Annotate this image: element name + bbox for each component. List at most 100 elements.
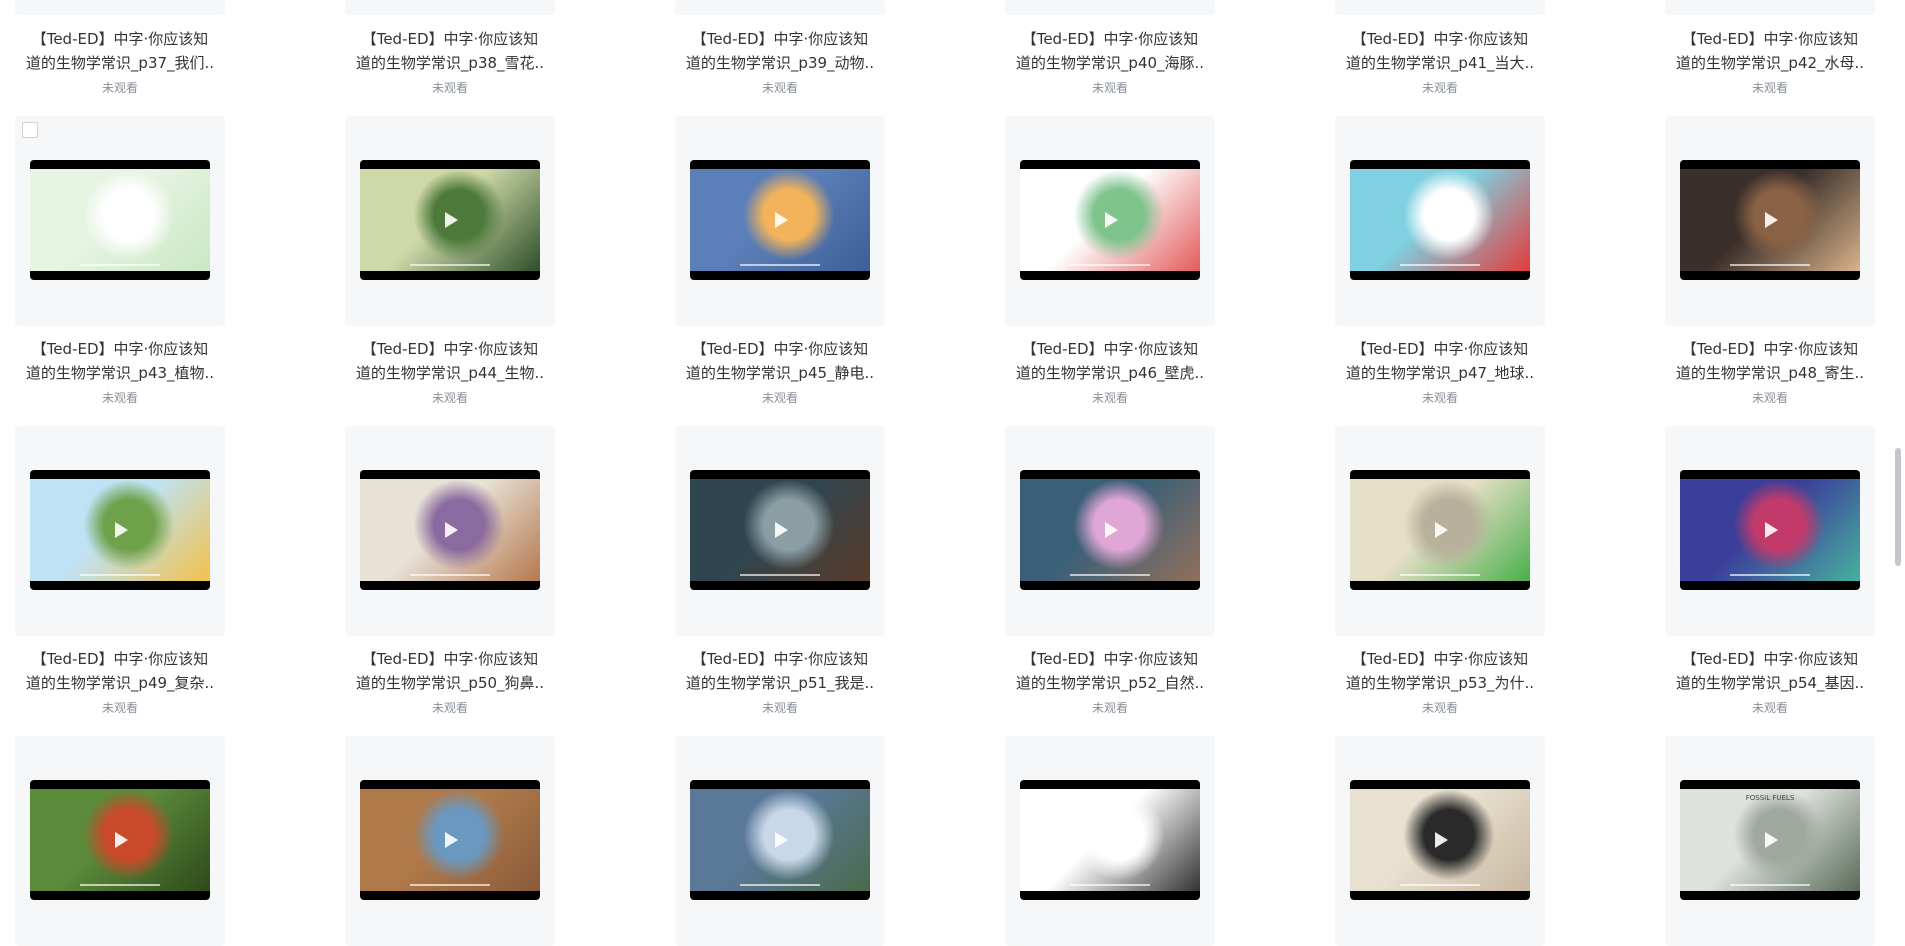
video-thumbnail[interactable] — [360, 470, 540, 590]
thumbnail-box[interactable] — [1665, 426, 1875, 636]
thumbnail-box[interactable] — [345, 426, 555, 636]
thumbnail-box[interactable] — [675, 116, 885, 326]
video-thumbnail[interactable]: FOSSIL FUELS — [1680, 780, 1860, 900]
video-thumbnail[interactable] — [1020, 470, 1200, 590]
thumbnail-box[interactable] — [15, 736, 225, 946]
play-icon — [115, 522, 128, 538]
video-title-line-2[interactable]: 道的生物学常识_p39_动物.. — [675, 51, 885, 75]
video-title-line-1[interactable]: 【Ted-ED】中字·你应该知 — [1335, 27, 1545, 51]
video-thumbnail[interactable] — [30, 470, 210, 590]
thumbnail-box[interactable] — [345, 116, 555, 326]
video-thumbnail[interactable] — [1350, 160, 1530, 280]
video-title-line-1[interactable]: 【Ted-ED】中字·你应该知 — [15, 337, 225, 361]
watch-status: 未观看 — [761, 391, 798, 405]
video-thumbnail[interactable] — [1020, 780, 1200, 900]
thumbnail-box[interactable] — [1335, 116, 1545, 326]
thumbnail-box[interactable] — [15, 0, 225, 15]
watch-status: 未观看 — [1751, 81, 1788, 95]
thumbnail-box[interactable] — [1335, 736, 1545, 946]
video-thumbnail[interactable] — [30, 160, 210, 280]
thumbnail-box[interactable] — [1005, 0, 1215, 15]
video-title-line-2[interactable]: 道的生物学常识_p44_生物.. — [345, 361, 555, 385]
video-title-line-1[interactable]: 【Ted-ED】中字·你应该知 — [1335, 337, 1545, 361]
video-title-line-2[interactable]: 道的生物学常识_p48_寄生.. — [1665, 361, 1875, 385]
video-title-line-1[interactable]: 【Ted-ED】中字·你应该知 — [345, 337, 555, 361]
video-title-line-2[interactable]: 道的生物学常识_p51_我是.. — [675, 671, 885, 695]
video-title-line-1[interactable]: 【Ted-ED】中字·你应该知 — [345, 647, 555, 671]
thumbnail-box[interactable] — [1665, 116, 1875, 326]
thumbnail-box[interactable] — [1335, 426, 1545, 636]
thumbnail-subtitle — [1070, 264, 1150, 266]
video-title-line-2[interactable]: 道的生物学常识_p53_为什.. — [1335, 671, 1545, 695]
watch-status: 未观看 — [101, 391, 138, 405]
video-thumbnail[interactable] — [690, 160, 870, 280]
thumbnail-subtitle — [740, 574, 820, 576]
select-checkbox[interactable] — [22, 122, 38, 138]
video-title-line-1[interactable]: 【Ted-ED】中字·你应该知 — [1335, 647, 1545, 671]
video-title-line-1[interactable]: 【Ted-ED】中字·你应该知 — [675, 647, 885, 671]
play-icon — [1105, 212, 1118, 228]
video-title-line-2[interactable]: 道的生物学常识_p45_静电.. — [675, 361, 885, 385]
video-title-line-2[interactable]: 道的生物学常识_p41_当大.. — [1335, 51, 1545, 75]
thumbnail-box[interactable] — [1005, 426, 1215, 636]
video-thumbnail[interactable] — [1350, 780, 1530, 900]
thumbnail-box[interactable] — [15, 116, 225, 326]
video-title-line-2[interactable]: 道的生物学常识_p37_我们.. — [15, 51, 225, 75]
thumbnail-box[interactable] — [675, 426, 885, 636]
video-title-line-2[interactable]: 道的生物学常识_p40_海豚.. — [1005, 51, 1215, 75]
video-thumbnail[interactable] — [360, 160, 540, 280]
video-title-line-2[interactable]: 道的生物学常识_p46_壁虎.. — [1005, 361, 1215, 385]
video-title-line-1[interactable]: 【Ted-ED】中字·你应该知 — [15, 647, 225, 671]
video-thumbnail[interactable] — [1680, 470, 1860, 590]
video-title-line-2[interactable]: 道的生物学常识_p54_基因.. — [1665, 671, 1875, 695]
video-title-line-1[interactable]: 【Ted-ED】中字·你应该知 — [345, 27, 555, 51]
video-title-line-1[interactable]: 【Ted-ED】中字·你应该知 — [675, 337, 885, 361]
watch-status: 未观看 — [1091, 391, 1128, 405]
thumbnail-subtitle — [740, 264, 820, 266]
video-title-line-2[interactable]: 道的生物学常识_p52_自然.. — [1005, 671, 1215, 695]
thumbnail-subtitle — [1400, 264, 1480, 266]
thumbnail-box[interactable] — [345, 736, 555, 946]
watch-status: 未观看 — [1751, 701, 1788, 715]
scrollbar[interactable] — [1891, 0, 1905, 847]
play-icon — [445, 522, 458, 538]
thumbnail-box[interactable] — [675, 736, 885, 946]
video-title-line-1[interactable]: 【Ted-ED】中字·你应该知 — [1005, 647, 1215, 671]
video-thumbnail[interactable] — [690, 780, 870, 900]
thumbnail-box[interactable] — [1665, 0, 1875, 15]
video-title-line-2[interactable]: 道的生物学常识_p50_狗鼻.. — [345, 671, 555, 695]
video-title-line-1[interactable]: 【Ted-ED】中字·你应该知 — [1665, 647, 1875, 671]
thumbnail-box[interactable] — [1005, 116, 1215, 326]
video-title-line-2[interactable]: 道的生物学常识_p43_植物.. — [15, 361, 225, 385]
watch-status: 未观看 — [761, 81, 798, 95]
thumbnail-subtitle — [80, 264, 160, 266]
thumbnail-subtitle — [1730, 574, 1810, 576]
video-title-line-1[interactable]: 【Ted-ED】中字·你应该知 — [1665, 337, 1875, 361]
video-title-line-2[interactable]: 道的生物学常识_p42_水母.. — [1665, 51, 1875, 75]
video-title-line-1[interactable]: 【Ted-ED】中字·你应该知 — [15, 27, 225, 51]
video-title-line-2[interactable]: 道的生物学常识_p49_复杂.. — [15, 671, 225, 695]
video-title-line-1[interactable]: 【Ted-ED】中字·你应该知 — [1665, 27, 1875, 51]
thumbnail-subtitle — [80, 574, 160, 576]
video-thumbnail[interactable] — [1680, 160, 1860, 280]
video-thumbnail[interactable] — [1020, 160, 1200, 280]
watch-status: 未观看 — [101, 701, 138, 715]
thumbnail-box[interactable] — [15, 426, 225, 636]
thumbnail-box[interactable] — [1335, 0, 1545, 15]
video-thumbnail[interactable] — [30, 780, 210, 900]
video-title-line-2[interactable]: 道的生物学常识_p47_地球.. — [1335, 361, 1545, 385]
thumbnail-box[interactable] — [345, 0, 555, 15]
video-thumbnail[interactable] — [360, 780, 540, 900]
video-title-line-1[interactable]: 【Ted-ED】中字·你应该知 — [1005, 337, 1215, 361]
scrollbar-thumb[interactable] — [1895, 448, 1901, 566]
video-title-line-2[interactable]: 道的生物学常识_p38_雪花.. — [345, 51, 555, 75]
video-thumbnail[interactable] — [1350, 470, 1530, 590]
thumbnail-box[interactable] — [1005, 736, 1215, 946]
video-title-line-1[interactable]: 【Ted-ED】中字·你应该知 — [1005, 27, 1215, 51]
thumbnail-box[interactable] — [675, 0, 885, 15]
video-thumbnail[interactable] — [690, 470, 870, 590]
play-icon — [445, 212, 458, 228]
video-title-line-1[interactable]: 【Ted-ED】中字·你应该知 — [675, 27, 885, 51]
watch-status: 未观看 — [1421, 81, 1458, 95]
thumbnail-box[interactable]: FOSSIL FUELS — [1665, 736, 1875, 946]
